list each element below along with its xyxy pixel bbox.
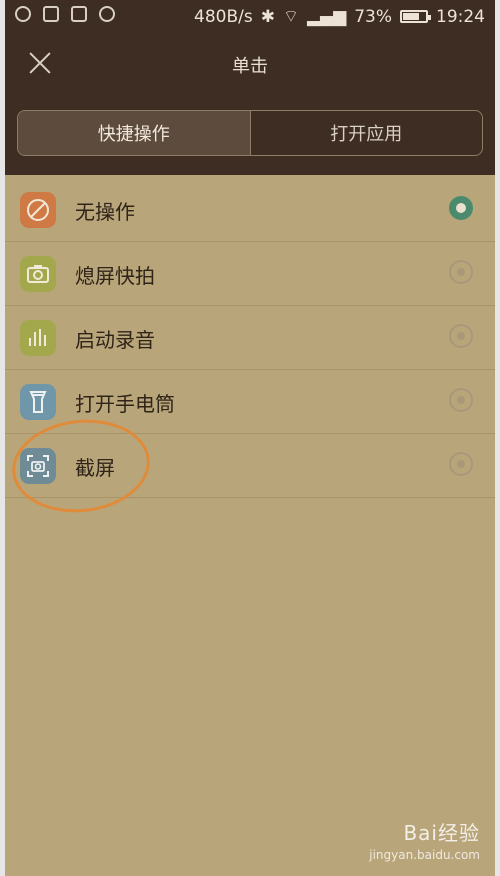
battery-fill [403,13,420,20]
option-label: 熄屏快拍 [75,264,155,288]
radio-no-action[interactable] [449,196,473,220]
signal-icon: ▂▄▆ [306,6,347,27]
top-panel: 480B/s ✱ ⌔ ▂▄▆ 73% 19:24 单击 快捷操作 打开应用 [5,0,495,175]
option-start-recording[interactable]: 启动录音 [5,306,495,370]
image-icon [71,6,87,22]
option-screen-off-snap[interactable]: 熄屏快拍 [5,242,495,306]
status-right: 480B/s ✱ ⌔ ▂▄▆ 73% 19:24 [194,6,485,28]
audio-bars-icon [20,320,56,356]
option-label: 打开手电筒 [75,392,175,416]
tab-shortcut-actions[interactable]: 快捷操作 [18,111,250,155]
wifi-icon: ⌔ [282,7,299,27]
clock: 19:24 [436,6,485,27]
radio-screen-off-snap[interactable] [449,260,473,284]
watermark-logo-text: Bai [403,821,438,845]
tab-open-app[interactable]: 打开应用 [249,111,483,155]
option-no-action[interactable]: 无操作 [5,178,495,242]
notification-icons [15,6,115,22]
watermark-logo: Bai经验 [369,813,480,848]
radio-start-recording[interactable] [449,324,473,348]
watermark-url: jingyan.baidu.com [369,848,480,862]
frame-right [495,0,500,876]
page-title: 单击 [232,56,268,77]
status-bar: 480B/s ✱ ⌔ ▂▄▆ 73% 19:24 [5,0,495,32]
camera-icon [20,256,56,292]
tab-bar: 快捷操作 打开应用 [17,110,483,156]
flashlight-icon [20,384,56,420]
bluetooth-icon: ✱ [260,6,275,27]
watermark: Bai经验 jingyan.baidu.com [369,813,480,862]
chat-icon [15,6,31,22]
option-label: 无操作 [75,200,135,224]
watermark-logo-suffix: 经验 [438,821,480,845]
radio-flashlight[interactable] [449,388,473,412]
radio-screenshot[interactable] [449,452,473,476]
network-speed: 480B/s [194,6,253,27]
battery-percent: 73% [354,6,392,27]
ufo-icon [99,6,115,22]
option-label: 启动录音 [75,328,155,352]
lock-icon [43,6,59,22]
no-action-icon [20,192,56,228]
battery-icon [400,10,431,23]
